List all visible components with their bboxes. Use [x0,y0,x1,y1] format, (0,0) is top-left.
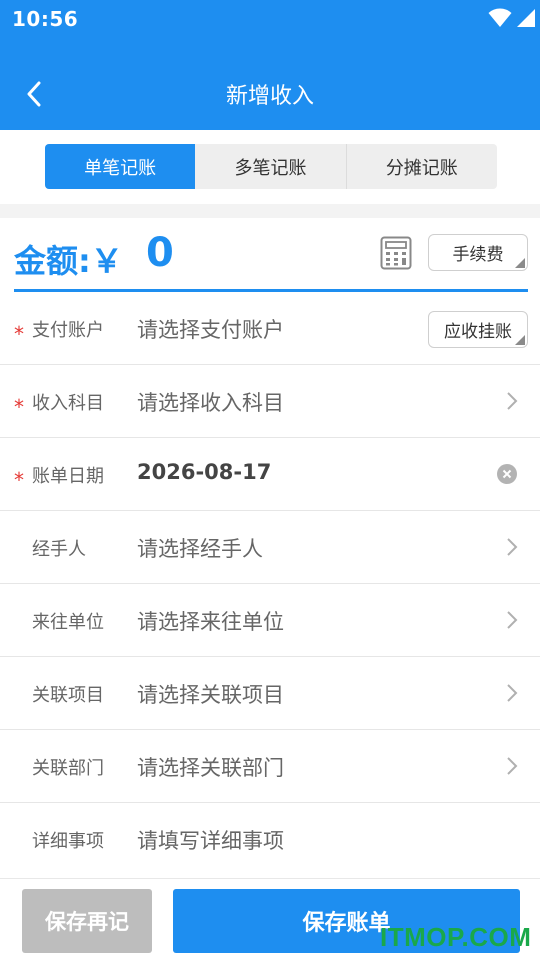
field-value: 请选择关联部门 [137,756,284,780]
field-value: 2026-08-17 [137,460,272,484]
corner-triangle-icon [515,335,525,345]
calculator-icon[interactable] [380,236,412,270]
chevron-right-icon [507,757,518,775]
chevron-right-icon [507,392,518,410]
field-handler[interactable]: 经手人 请选择经手人 [0,511,540,584]
tab-split-entry[interactable]: 分摊记账 [347,144,497,189]
field-label: 关联部门 [32,758,104,779]
mode-tabs-container: 单笔记账 多笔记账 分摊记账 [0,130,540,204]
app-header: 10:56 新增收入 [0,0,540,130]
field-payment-account[interactable]: * 支付账户 请选择支付账户 应收挂账 [0,292,540,365]
field-details[interactable]: 详细事项 请填写详细事项 [0,803,540,876]
field-label: 来往单位 [32,612,104,633]
wifi-icon [488,8,512,27]
chevron-right-icon [507,611,518,629]
chevron-right-icon [507,538,518,556]
field-label: 收入科目 [32,393,104,414]
required-mark: * [14,468,24,492]
field-label: 支付账户 [32,320,104,341]
mode-tabs: 单笔记账 多笔记账 分摊记账 [45,144,497,189]
corner-triangle-icon [515,258,525,268]
field-value: 请选择关联项目 [137,683,284,707]
save-and-new-button[interactable]: 保存再记 [22,889,152,953]
field-value: 请选择收入科目 [137,391,284,415]
watermark: ITMOP.COM [380,922,532,952]
field-value: 请填写详细事项 [137,829,284,853]
amount-input[interactable]: 0 [146,230,174,276]
field-label: 详细事项 [32,831,104,852]
section-divider [0,204,540,218]
field-related-department[interactable]: 关联部门 请选择关联部门 [0,730,540,803]
field-value: 请选择支付账户 [137,318,284,342]
field-related-project[interactable]: 关联项目 请选择关联项目 [0,657,540,730]
field-label: 关联项目 [32,685,104,706]
amount-row: 金额:￥ 0 手续费 [0,218,540,292]
field-label: 账单日期 [32,466,104,487]
fee-button[interactable]: 手续费 [428,234,528,271]
required-mark: * [14,322,24,346]
status-time: 10:56 [12,7,79,31]
clear-icon[interactable] [497,464,517,484]
fee-button-label: 手续费 [452,245,504,265]
field-label: 经手人 [32,539,86,560]
tab-single-entry[interactable]: 单笔记账 [45,144,196,189]
receivable-button[interactable]: 应收挂账 [428,311,528,348]
tab-multi-entry[interactable]: 多笔记账 [195,144,347,189]
field-income-category[interactable]: * 收入科目 请选择收入科目 [0,365,540,438]
field-value: 请选择来往单位 [137,610,284,634]
field-counterparty[interactable]: 来往单位 请选择来往单位 [0,584,540,657]
status-bar: 10:56 [0,0,540,38]
page-title: 新增收入 [225,84,314,109]
cell-signal-icon [517,9,535,27]
field-value: 请选择经手人 [137,537,263,561]
field-bill-date[interactable]: * 账单日期 2026-08-17 [0,438,540,511]
receivable-button-label: 应收挂账 [444,322,512,342]
chevron-right-icon [507,684,518,702]
amount-label: 金额:￥ [14,242,123,280]
required-mark: * [14,395,24,419]
nav-bar: 新增收入 [0,58,540,130]
